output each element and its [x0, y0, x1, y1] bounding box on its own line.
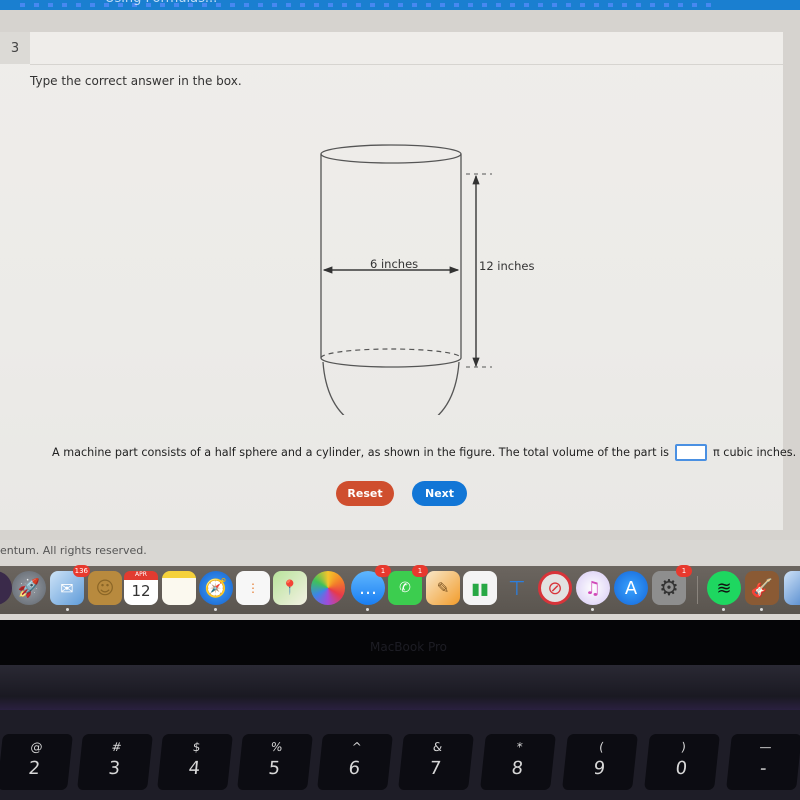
dock-item-safari[interactable]: 🧭: [199, 571, 233, 605]
dock-item-system-preferences[interactable]: ⚙ 1: [652, 565, 692, 605]
calendar-month: APR: [124, 571, 158, 580]
dock-item-keynote[interactable]: ⊤: [500, 571, 534, 605]
dock-item-facetime[interactable]: ✆ 1: [388, 565, 428, 605]
dock-item-spotify[interactable]: ≋: [707, 571, 741, 605]
diameter-label: 6 inches: [370, 257, 419, 271]
dock-item-contacts[interactable]: ☺: [88, 571, 122, 605]
dock-item-calendar[interactable]: APR 12: [124, 571, 158, 605]
base-ellipse-back: [320, 348, 462, 359]
header-title: Using Formulas...: [105, 0, 217, 6]
reset-button[interactable]: Reset: [336, 481, 394, 506]
key-4[interactable]: $4: [157, 734, 233, 790]
next-button[interactable]: Next: [412, 481, 467, 506]
reminders-icon: ⋮: [247, 581, 259, 595]
guitar-icon: 🎸: [750, 577, 774, 599]
music-icon: ♫: [584, 577, 602, 599]
preview-icon: [784, 571, 800, 605]
running-indicator: [722, 608, 725, 611]
footer: entum. All rights reserved.: [0, 540, 800, 564]
rocket-icon: 🚀: [17, 577, 41, 599]
key-minus[interactable]: — -: [726, 734, 800, 790]
dock-item-numbers[interactable]: ▮▮: [463, 571, 497, 605]
dock-item-music[interactable]: ♫: [576, 571, 610, 605]
pages-icon: ✎: [436, 579, 450, 597]
figure: 6 inches 12 inches: [300, 130, 534, 435]
dock-separator: [697, 576, 698, 604]
notes-icon: [162, 571, 196, 605]
running-indicator: [366, 608, 369, 611]
keyboard: @2 #3 $4 % 5 ^ 6 & 7 * 8 (9 ) 0 — -: [0, 710, 800, 800]
brand-label: MacBook Pro: [370, 640, 448, 654]
dock-item-pages[interactable]: ✎: [426, 571, 460, 605]
compass-icon: 🧭: [204, 577, 228, 599]
dock: 🚀 ✉ 136 ☺ APR 12 🧭 ⋮ 📍 … 1 ✆ 1 ✎ ▮▮ ⊤ ⊘ …: [0, 565, 800, 614]
key-6[interactable]: ^ 6: [317, 734, 393, 790]
running-indicator: [66, 608, 69, 611]
dock-item-launchpad[interactable]: 🚀: [12, 571, 46, 605]
dock-item-garageband[interactable]: 🎸: [745, 571, 779, 605]
maps-icon: 📍: [281, 580, 299, 596]
instruction-text: Type the correct answer in the box.: [30, 74, 242, 88]
question-number: 3: [0, 32, 30, 64]
answer-input[interactable]: [675, 444, 708, 461]
dock-item-notes[interactable]: [162, 571, 196, 605]
dock-item-mail[interactable]: ✉ 136: [50, 565, 90, 605]
laptop-bezel: MacBook Pro: [0, 620, 800, 670]
base-ellipse-front: [320, 357, 462, 368]
dock-item-messages[interactable]: … 1: [351, 565, 391, 605]
calendar-day: 12: [131, 582, 151, 600]
running-indicator: [591, 608, 594, 611]
header-bar: Using Formulas...: [0, 0, 800, 10]
divider: [30, 64, 783, 65]
copyright-text: entum. All rights reserved.: [0, 544, 147, 557]
app-store-icon: A: [624, 577, 638, 599]
running-indicator: [214, 608, 217, 611]
key-5[interactable]: % 5: [237, 734, 313, 790]
cylinder-top-ellipse: [320, 144, 462, 164]
key-0[interactable]: ) 0: [644, 734, 720, 790]
dock-item-preview[interactable]: [784, 571, 800, 605]
key-7[interactable]: & 7: [398, 734, 474, 790]
key-2[interactable]: @2: [0, 734, 73, 790]
numbers-icon: ▮▮: [471, 578, 489, 598]
dock-item-maps[interactable]: 📍: [273, 571, 307, 605]
dock-item-reminders[interactable]: ⋮: [236, 571, 270, 605]
question-text: A machine part consists of a half sphere…: [52, 446, 670, 459]
dock-item-partial[interactable]: [0, 571, 12, 605]
page: 3 Type the correct answer in the box. 6 …: [0, 10, 800, 540]
question-card: 3 Type the correct answer in the box. 6 …: [0, 32, 796, 530]
height-label: 12 inches: [479, 259, 535, 273]
key-9[interactable]: (9: [562, 734, 638, 790]
contacts-icon: ☺: [95, 577, 115, 599]
dock-item-photos[interactable]: [311, 571, 345, 605]
key-8[interactable]: * 8: [480, 734, 556, 790]
screen: Using Formulas... 3 Type the correct ans…: [0, 0, 800, 620]
laptop-hinge: [0, 665, 800, 710]
news-icon: ⊘: [547, 577, 563, 599]
spotify-icon: ≋: [716, 577, 732, 599]
unit-text: π cubic inches.: [713, 446, 797, 459]
question-sentence: A machine part consists of a half sphere…: [52, 444, 796, 461]
system-preferences-badge: 1: [676, 565, 692, 577]
running-indicator: [760, 608, 763, 611]
key-3[interactable]: #3: [77, 734, 153, 790]
dock-item-news[interactable]: ⊘: [538, 571, 572, 605]
dock-item-app-store[interactable]: A: [614, 571, 648, 605]
hemisphere-outline: [322, 361, 460, 435]
keynote-icon: ⊤: [508, 576, 526, 600]
